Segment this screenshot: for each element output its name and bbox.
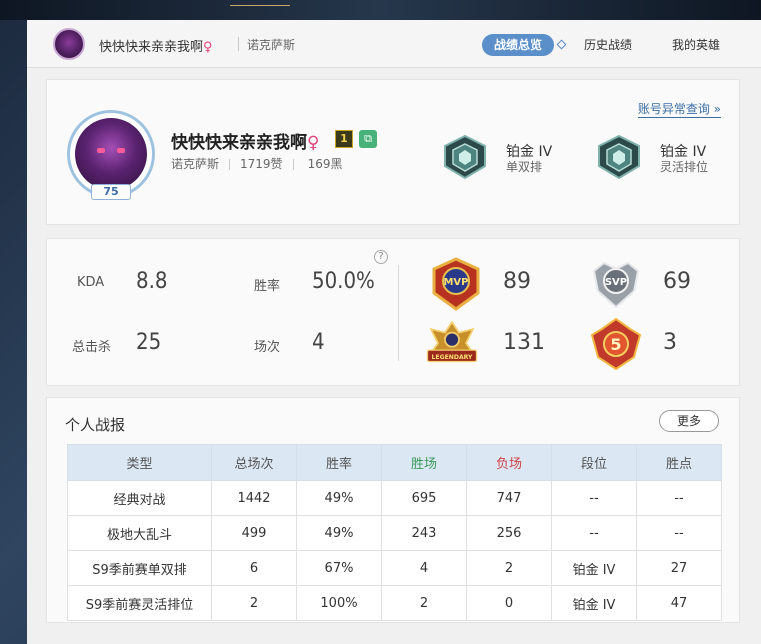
svg-text:SVP: SVP (605, 277, 627, 288)
cell-winrate: 100% (296, 585, 382, 621)
table-header-row: 类型 总场次 胜率 胜场 负场 段位 胜点 (67, 444, 722, 481)
profile-meta: 诺克萨斯 1719赞 169黑 (171, 155, 342, 172)
cell-wins: 4 (381, 550, 467, 586)
platinum-rank-icon (444, 134, 486, 180)
table-row[interactable]: 经典对战 1442 49% 695 747 -- -- (67, 480, 722, 516)
profile-server: 诺克萨斯 (171, 157, 220, 171)
cell-type: 经典对战 (67, 480, 212, 516)
cell-type: 极地大乱斗 (67, 515, 212, 551)
summary-card: KDA 8.8 胜率 50.0% ? 总击杀 25 场次 4 MVP 89 SV… (46, 238, 740, 386)
col-lp: 胜点 (636, 444, 722, 481)
svg-text:LEGENDARY: LEGENDARY (432, 354, 474, 361)
games-label: 场次 (254, 340, 281, 355)
tab-overview[interactable]: 战绩总览 (482, 34, 555, 56)
report-title: 个人战报 (65, 416, 126, 434)
profile-card: 75 快快快来亲亲我啊♀ 1 ⧉ 诺克萨斯 1719赞 169黑 账号异常查询 » … (46, 79, 740, 225)
col-type: 类型 (67, 444, 212, 481)
header-summoner-name: 快快快来亲亲我啊♀ (99, 40, 213, 55)
winrate-value: 50.0% (312, 269, 375, 294)
cell-losses: 2 (466, 550, 552, 586)
cell-lp: -- (636, 515, 722, 551)
col-wins: 胜场 (381, 444, 467, 481)
profile-likes: 1719赞 (240, 157, 283, 171)
profile-header: 快快快来亲亲我啊♀ 诺克萨斯 战绩总览 历史战绩 我的英雄 (27, 20, 761, 68)
report-table: 类型 总场次 胜率 胜场 负场 段位 胜点 经典对战 1442 49% 695 … (67, 444, 722, 621)
banner-ornament (230, 0, 290, 6)
female-gender-icon: ♀ (203, 40, 213, 55)
cell-winrate: 49% (296, 515, 382, 551)
header-divider (238, 37, 239, 51)
games-value: 4 (312, 330, 325, 355)
profile-blacks: 169黑 (307, 157, 343, 171)
report-card: 个人战报 更多 类型 总场次 胜率 胜场 负场 段位 胜点 经典对战 1442 … (46, 397, 740, 623)
header-avatar[interactable] (53, 28, 85, 60)
female-gender-icon: ♀ (307, 133, 320, 153)
profile-name: 快快快来亲亲我啊♀ (171, 133, 320, 153)
career-panel: 快快快来亲亲我啊♀ 诺克萨斯 战绩总览 历史战绩 我的英雄 75 快快快来亲亲我… (27, 20, 761, 644)
total-kills-value: 25 (136, 330, 162, 355)
cell-total: 6 (211, 550, 297, 586)
cell-wins: 243 (381, 515, 467, 551)
mvp-count: 89 (503, 269, 531, 294)
table-row[interactable]: S9季前赛单双排 6 67% 4 2 铂金 IV 27 (67, 550, 722, 586)
winrate-label: 胜率 (254, 279, 281, 294)
flex-rank-queue: 灵活排位 (660, 160, 709, 174)
cell-lp: 27 (636, 550, 722, 586)
top-banner (0, 0, 761, 20)
col-losses: 负场 (466, 444, 552, 481)
profile-avatar[interactable]: 75 (67, 110, 155, 200)
tab-diamond-icon (556, 39, 567, 50)
cell-wins: 695 (381, 480, 467, 516)
svp-count: 69 (663, 269, 691, 294)
cell-tier: -- (551, 515, 637, 551)
avatar-image (75, 118, 147, 190)
more-button[interactable]: 更多 (659, 410, 719, 432)
cell-winrate: 67% (296, 550, 382, 586)
header-server: 诺克萨斯 (247, 38, 296, 52)
table-row[interactable]: 极地大乱斗 499 49% 243 256 -- -- (67, 515, 722, 551)
cell-total: 2 (211, 585, 297, 621)
total-kills-label: 总击杀 (72, 340, 112, 355)
pentakill-badge-icon: 5 (590, 317, 642, 371)
cell-lp: 47 (636, 585, 722, 621)
cell-type: S9季前赛单双排 (67, 550, 212, 586)
help-icon[interactable]: ? (374, 250, 388, 264)
cell-losses: 747 (466, 480, 552, 516)
col-tier: 段位 (551, 444, 637, 481)
kda-label: KDA (77, 275, 105, 290)
cell-tier: -- (551, 480, 637, 516)
cell-losses: 256 (466, 515, 552, 551)
cell-total: 499 (211, 515, 297, 551)
tab-my-champions[interactable]: 我的英雄 (672, 34, 720, 56)
svg-text:MVP: MVP (443, 277, 468, 288)
tab-history[interactable]: 历史战绩 (584, 34, 632, 56)
honor-level-icon: 1 (335, 130, 353, 148)
legendary-badge-icon: LEGENDARY (426, 320, 478, 363)
solo-rank-queue: 单双排 (506, 160, 543, 174)
platinum-rank-icon (598, 134, 640, 180)
kda-value: 8.8 (136, 269, 168, 294)
cell-wins: 2 (381, 585, 467, 621)
table-row[interactable]: S9季前赛灵活排位 2 100% 2 0 铂金 IV 47 (67, 585, 722, 621)
cell-type: S9季前赛灵活排位 (67, 585, 212, 621)
cell-tier: 铂金 IV (551, 585, 637, 621)
pentakill-count: 3 (663, 330, 677, 355)
svp-badge-icon: SVP (592, 261, 640, 309)
summary-divider (398, 265, 399, 361)
cell-winrate: 49% (296, 480, 382, 516)
cell-lp: -- (636, 480, 722, 516)
legendary-count: 131 (503, 330, 545, 355)
cell-losses: 0 (466, 585, 552, 621)
svg-text:5: 5 (610, 335, 621, 354)
copy-icon[interactable]: ⧉ (359, 130, 377, 148)
level-badge: 75 (91, 184, 131, 200)
account-abnormal-link[interactable]: 账号异常查询 » (637, 100, 721, 118)
col-total: 总场次 (211, 444, 297, 481)
cell-tier: 铂金 IV (551, 550, 637, 586)
mvp-badge-icon: MVP (432, 257, 480, 311)
col-winrate: 胜率 (296, 444, 382, 481)
cell-total: 1442 (211, 480, 297, 516)
